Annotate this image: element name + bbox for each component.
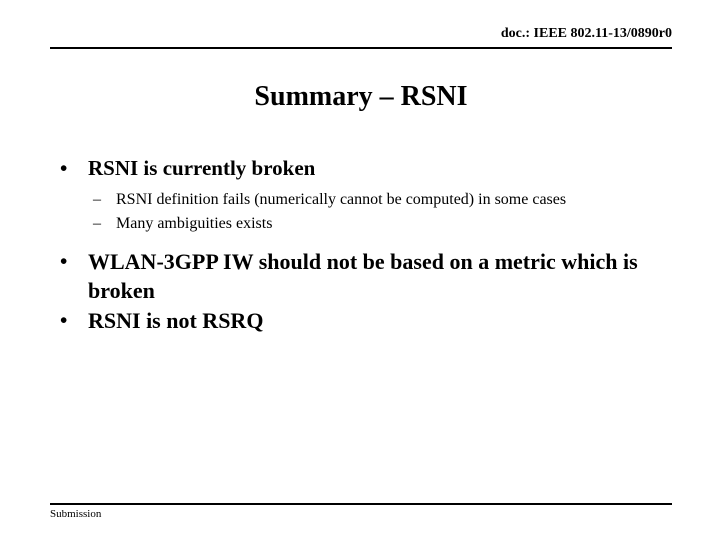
bullet-marker-icon: • (60, 249, 68, 273)
bullet-marker-icon: • (60, 156, 68, 180)
slide-body: • RSNI is currently broken – RSNI defini… (50, 155, 675, 336)
footer-submission-label: Submission (50, 508, 102, 520)
page-title: Summary – RSNI (254, 81, 468, 112)
bullet-text: Many ambiguities exists (116, 215, 273, 232)
bullet-item-1: – RSNI definition fails (numerically can… (50, 188, 675, 212)
bullet-item-0: • RSNI is currently broken (50, 155, 675, 181)
slide-header: doc.: IEEE 802.11-13/0890r0 (50, 26, 672, 54)
bullet-text: RSNI definition fails (numerically canno… (116, 191, 567, 208)
footer-divider (50, 503, 672, 505)
sub-bullet-group: – RSNI definition fails (numerically can… (50, 188, 675, 236)
bullet-marker-icon: • (60, 308, 68, 332)
bullet-item-4: • RSNI is not RSRQ (50, 306, 675, 335)
bullet-item-3: • WLAN-3GPP IW should not be based on a … (50, 247, 675, 305)
slide: doc.: IEEE 802.11-13/0890r0 Summary – RS… (0, 0, 720, 540)
sub-bullet-marker-icon: – (93, 215, 101, 232)
bullet-item-2: – Many ambiguities exists (50, 212, 675, 236)
slide-footer: Submission (50, 503, 672, 533)
bullet-text: WLAN-3GPP IW should not be based on a me… (88, 249, 638, 303)
sub-bullet-marker-icon: – (93, 191, 101, 208)
header-divider (50, 47, 672, 49)
bullet-text: RSNI is not RSRQ (88, 308, 264, 333)
document-reference-label: doc.: IEEE 802.11-13/0890r0 (500, 26, 672, 41)
bullet-text: RSNI is currently broken (88, 156, 316, 180)
